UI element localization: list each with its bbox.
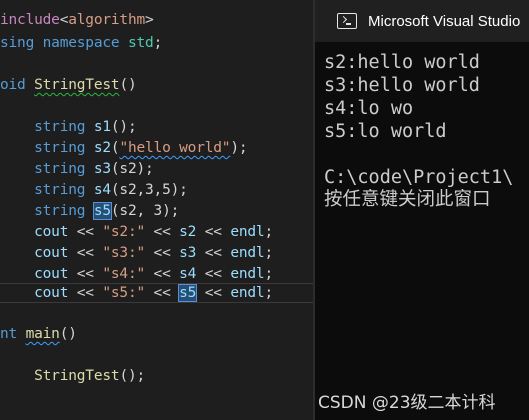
semicolon: ; [264,285,273,301]
using-keyword: sing [0,35,35,51]
args: (); [110,119,137,135]
code-editor[interactable]: include<algorithm> sing namespace std; o… [0,0,313,420]
code-line-void-stringtest[interactable]: oid StringTest() [0,75,137,96]
args: (s2); [110,161,154,177]
variable-s4[interactable]: s4 [179,266,196,282]
function-name-main[interactable]: main [26,326,60,342]
endl-identifier: endl [230,224,265,240]
parens: () [59,326,77,342]
header-name: algorithm [68,12,146,28]
code-line-decl-s4[interactable]: string s4(s2,3,5); [0,180,188,201]
string-literal: "s5:" [102,285,146,301]
stream-operator: << [196,285,231,301]
string-literal: "s3:" [102,245,146,261]
console-output-line: s3:hello world [324,75,480,96]
variable-s1[interactable]: s1 [94,119,111,135]
code-line-call-stringtest[interactable]: StringTest(); [0,366,145,387]
semicolon: ; [264,266,273,282]
angle-close: > [145,12,154,28]
namespace-name: std [127,35,154,51]
cout-identifier: cout [34,224,69,240]
console-output-line: C:\code\Project1\ [324,167,514,188]
stream-operator: << [196,245,231,261]
type-keyword: string [34,161,86,177]
endl-identifier: endl [230,245,265,261]
stream-operator: << [145,285,180,301]
cout-identifier: cout [34,285,69,301]
stream-operator: << [68,266,103,282]
semicolon: ; [153,35,163,51]
console-output-line: s5:lo world [324,121,447,142]
console-output-line: 按任意键关闭此窗口 [324,189,491,210]
console-window[interactable]: Microsoft Visual Studio s2:hello world s… [315,0,529,420]
paren-close: ); [230,140,248,156]
code-line-decl-s1[interactable]: string s1(); [0,117,137,138]
stream-operator: << [145,266,180,282]
stream-operator: << [145,224,180,240]
stream-operator: << [68,285,103,301]
console-output-line: s2:hello world [324,52,480,73]
variable-s5-highlighted[interactable]: s5 [92,202,112,220]
console-output-line: s4:lo wo [324,98,414,119]
stream-operator: << [196,224,231,240]
stream-operator: << [145,245,180,261]
code-line-main[interactable]: nt main() [0,324,77,345]
code-line-decl-s2[interactable]: string s2("hello world"); [0,138,247,159]
args: (s2, 3); [110,203,180,219]
endl-identifier: endl [230,285,265,301]
semicolon: ; [264,224,273,240]
function-call-stringtest[interactable]: StringTest [34,368,120,384]
variable-s3[interactable]: s3 [179,245,196,261]
preprocessor-directive: include [0,12,60,28]
cout-identifier: cout [34,245,69,261]
function-name-stringtest[interactable]: StringTest [34,77,120,93]
code-line-include[interactable]: include<algorithm> [0,10,154,31]
code-line-cout-s5[interactable]: cout << "s5:" << s5 << endl; [0,283,273,304]
code-line-decl-s3[interactable]: string s3(s2); [0,159,154,180]
variable-s3[interactable]: s3 [94,161,111,177]
stream-operator: << [68,245,103,261]
stream-operator: << [68,224,103,240]
cout-identifier: cout [34,266,69,282]
args: (s2,3,5); [110,182,188,198]
code-line-cout-s4[interactable]: cout << "s4:" << s4 << endl; [0,264,273,285]
console-title: Microsoft Visual Studio [368,12,521,30]
code-line-decl-s5[interactable]: string s5(s2, 3); [0,201,179,222]
stream-operator: << [196,266,231,282]
variable-s5-highlighted[interactable]: s5 [178,284,198,302]
watermark: CSDN @23级二本计科 [318,393,496,413]
parens: () [119,77,137,93]
endl-identifier: endl [230,266,265,282]
variable-s4[interactable]: s4 [94,182,111,198]
type-keyword: string [34,119,86,135]
type-keyword: string [34,203,86,219]
console-app-icon [337,13,357,29]
namespace-keyword: namespace [42,35,120,51]
variable-s2[interactable]: s2 [179,224,196,240]
args: (); [119,368,146,384]
void-keyword: oid [0,77,26,93]
code-line-cout-s3[interactable]: cout << "s3:" << s3 << endl; [0,243,273,264]
type-keyword: string [34,140,86,156]
string-literal: "s4:" [102,266,146,282]
code-line-cout-s2[interactable]: cout << "s2:" << s2 << endl; [0,222,273,243]
semicolon: ; [264,245,273,261]
code-line-using[interactable]: sing namespace std; [0,33,162,54]
angle-open: < [59,12,69,28]
int-keyword: nt [0,326,18,342]
string-literal: "s2:" [102,224,146,240]
string-literal: "hello world" [119,140,231,156]
type-keyword: string [34,182,86,198]
variable-s2[interactable]: s2 [94,140,111,156]
console-titlebar[interactable]: Microsoft Visual Studio [315,0,529,42]
